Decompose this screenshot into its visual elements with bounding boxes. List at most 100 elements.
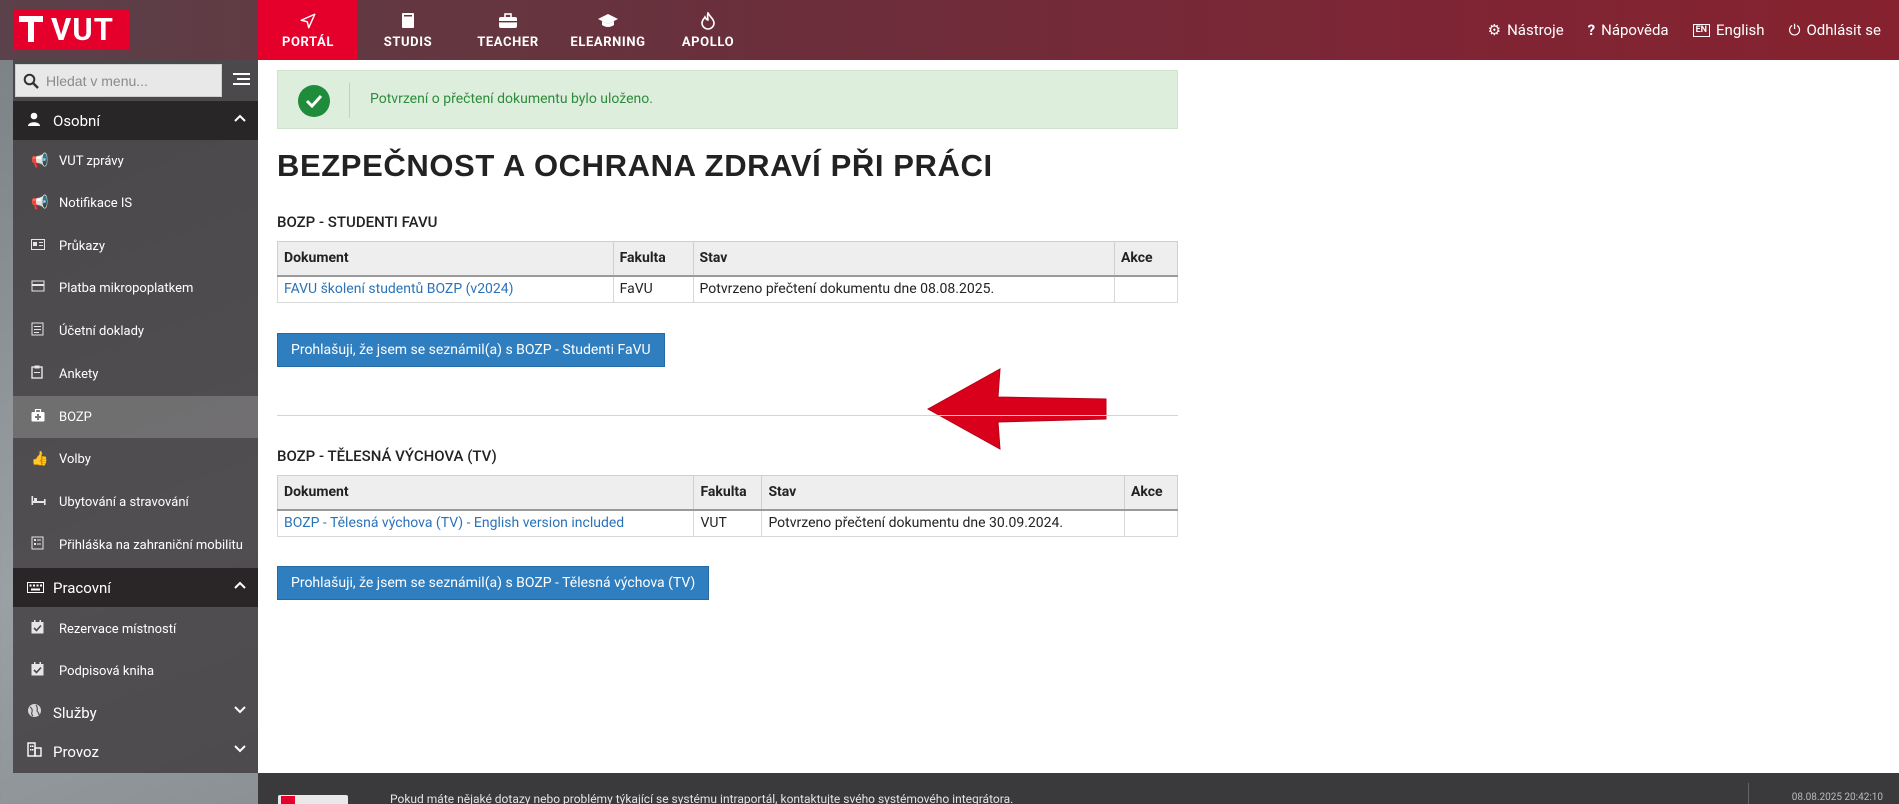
- chevron-down-icon: [234, 704, 246, 717]
- graduation-cap-icon: [597, 10, 619, 32]
- footer-logo-mark-icon: [281, 796, 295, 804]
- column-header-action: Akce: [1114, 241, 1178, 277]
- footer-text: Pokud máte nějaké dotazy nebo problémy t…: [390, 792, 1014, 804]
- document-link[interactable]: FAVU školení studentů BOZP (v2024): [284, 281, 514, 297]
- help-link[interactable]: ? Nápověda: [1588, 21, 1669, 39]
- section-label: Služby: [53, 703, 97, 722]
- module-label: APOLLO: [681, 35, 735, 50]
- sidebar-item-label: VUT zprávy: [59, 153, 124, 169]
- module-apollo[interactable]: APOLLO: [658, 0, 758, 60]
- document-link[interactable]: BOZP - Tělesná výchova (TV) - English ve…: [284, 515, 624, 531]
- language-link[interactable]: EN English: [1692, 21, 1765, 39]
- form-icon: [31, 536, 59, 554]
- table-row: BOZP - Tělesná výchova (TV) - English ve…: [276, 509, 1178, 537]
- sidebar-item-volby[interactable]: 👍 Volby: [13, 438, 258, 480]
- flame-icon: [700, 10, 716, 32]
- tools-label: Nástroje: [1507, 21, 1564, 39]
- sidebar-item-notifikace[interactable]: 📢 Notifikace IS: [13, 182, 258, 224]
- section-sluzby[interactable]: Služby: [13, 693, 258, 732]
- thumbs-up-icon: 👍: [31, 451, 49, 467]
- document-cell: FAVU školení studentů BOZP (v2024): [277, 275, 614, 303]
- book-icon: [400, 10, 416, 32]
- clipboard-icon: [31, 365, 59, 383]
- module-teacher[interactable]: TEACHER: [458, 0, 558, 60]
- building-icon: [27, 742, 53, 761]
- sidebar-item-vut-zpravy[interactable]: 📢 VUT zprávy: [13, 140, 258, 182]
- power-icon: ⏻: [1788, 21, 1801, 39]
- list-menu-icon: [233, 70, 250, 91]
- megaphone-icon: 📢: [31, 195, 49, 211]
- section-label: Pracovní: [53, 578, 111, 597]
- documents-table-tv: Dokument Fakulta Stav Akce BOZP - Tělesn…: [276, 475, 1178, 537]
- vut-logo-mark-icon: [13, 9, 49, 49]
- sidebar-item-label: Platba mikropoplatkem: [59, 280, 194, 296]
- red-arrow-annotation-icon: [926, 368, 1107, 450]
- main-content: Potvrzení o přečtení dokumentu bylo ulož…: [258, 60, 1899, 773]
- confirm-bozp-tv-button[interactable]: Prohlašuji, že jsem se seznámil(a) s BOZ…: [277, 566, 710, 600]
- menu-search-input[interactable]: [46, 72, 211, 89]
- module-nav: PORTÁL STUDIS TEACHER ELEARNING APOLLO: [258, 0, 758, 60]
- gear-icon: ⚙: [1487, 21, 1502, 39]
- sidebar-item-rezervace[interactable]: Rezervace místností: [13, 608, 258, 650]
- language-flag-icon: EN: [1692, 23, 1711, 37]
- section-divider: [277, 415, 1178, 416]
- footer-datetime: 08.08.2025 20:42:10: [1791, 792, 1883, 803]
- footer: Pokud máte nějaké dotazy nebo problémy t…: [258, 773, 1899, 804]
- globe-icon: [27, 703, 53, 722]
- sidebar-item-ubytovani[interactable]: Ubytování a stravování: [13, 481, 258, 523]
- table-header-row: Dokument Fakulta Stav Akce: [277, 241, 1178, 277]
- sidebar-item-label: BOZP: [59, 409, 92, 425]
- status-cell: Potvrzeno přečtení dokumentu dne 30.09.2…: [761, 509, 1125, 537]
- vut-logo[interactable]: VUT: [13, 9, 129, 49]
- section-osobni[interactable]: Osobní: [13, 101, 258, 140]
- sidebar-item-label: Notifikace IS: [59, 195, 133, 211]
- column-header-status: Stav: [692, 241, 1116, 277]
- sidebar-item-platba[interactable]: Platba mikropoplatkem: [13, 267, 258, 309]
- chevron-down-icon: [234, 743, 246, 756]
- sidebar-item-label: Volby: [59, 451, 91, 467]
- sidebar: Osobní 📢 VUT zprávy 📢 Notifikace IS Průk…: [13, 60, 258, 773]
- table-row: FAVU školení studentů BOZP (v2024) FaVU …: [277, 275, 1178, 303]
- menu-toggle-button[interactable]: [225, 64, 258, 97]
- section-label: Osobní: [53, 111, 101, 130]
- module-elearning[interactable]: ELEARNING: [558, 0, 658, 60]
- section-title-tv: BOZP - TĚLESNÁ VÝCHOVA (TV): [277, 447, 497, 465]
- document-cell: BOZP - Tělesná výchova (TV) - English ve…: [276, 509, 695, 537]
- sidebar-item-ankety[interactable]: Ankety: [13, 353, 258, 395]
- logout-link[interactable]: ⏻ Odhlásit se: [1789, 21, 1881, 39]
- sidebar-item-mobilita[interactable]: Přihláška na zahraniční mobilitu: [13, 524, 258, 566]
- module-portal[interactable]: PORTÁL: [258, 0, 358, 60]
- sidebar-item-ucetni-doklady[interactable]: Účetní doklady: [13, 310, 258, 352]
- module-label: ELEARNING: [570, 35, 646, 50]
- section-title-favu: BOZP - STUDENTI FAVU: [277, 213, 438, 231]
- documents-table-favu: Dokument Fakulta Stav Akce FAVU školení …: [277, 241, 1178, 303]
- search-icon: [16, 73, 46, 89]
- sidebar-item-prukazy[interactable]: Průkazy: [13, 225, 258, 267]
- footer-logo: [278, 795, 348, 804]
- column-header-faculty: Fakulta: [693, 475, 763, 511]
- chevron-up-icon: [234, 112, 246, 125]
- sidebar-item-bozp[interactable]: BOZP: [13, 396, 258, 438]
- column-header-document: Dokument: [277, 241, 614, 277]
- page-title: BEZPEČNOST A OCHRANA ZDRAVÍ PŘI PRÁCI: [277, 148, 993, 183]
- id-card-icon: [31, 238, 59, 254]
- section-pracovni[interactable]: Pracovní: [13, 568, 258, 607]
- payment-icon: [31, 280, 59, 296]
- sidebar-item-label: Rezervace místností: [59, 621, 177, 637]
- alert-message: Potvrzení o přečtení dokumentu bylo ulož…: [370, 91, 653, 107]
- table-header-row: Dokument Fakulta Stav Akce: [276, 475, 1178, 511]
- column-header-status: Stav: [761, 475, 1125, 511]
- section-provoz[interactable]: Provoz: [13, 732, 258, 771]
- column-header-action: Akce: [1124, 475, 1178, 511]
- sidebar-item-label: Podpisová kniha: [59, 663, 155, 679]
- confirm-bozp-favu-button[interactable]: Prohlašuji, že jsem se seznámil(a) s BOZ…: [277, 333, 665, 367]
- column-header-faculty: Fakulta: [612, 241, 694, 277]
- sidebar-item-podpisova-kniha[interactable]: Podpisová kniha: [13, 650, 258, 692]
- sidebar-item-label: Ankety: [59, 366, 99, 382]
- keyboard-icon: [27, 579, 53, 597]
- module-studis[interactable]: STUDIS: [358, 0, 458, 60]
- logout-label: Odhlásit se: [1806, 21, 1881, 39]
- tools-link[interactable]: ⚙ Nástroje: [1488, 21, 1564, 39]
- menu-search: [15, 64, 222, 97]
- success-alert: Potvrzení o přečtení dokumentu bylo ulož…: [277, 70, 1178, 129]
